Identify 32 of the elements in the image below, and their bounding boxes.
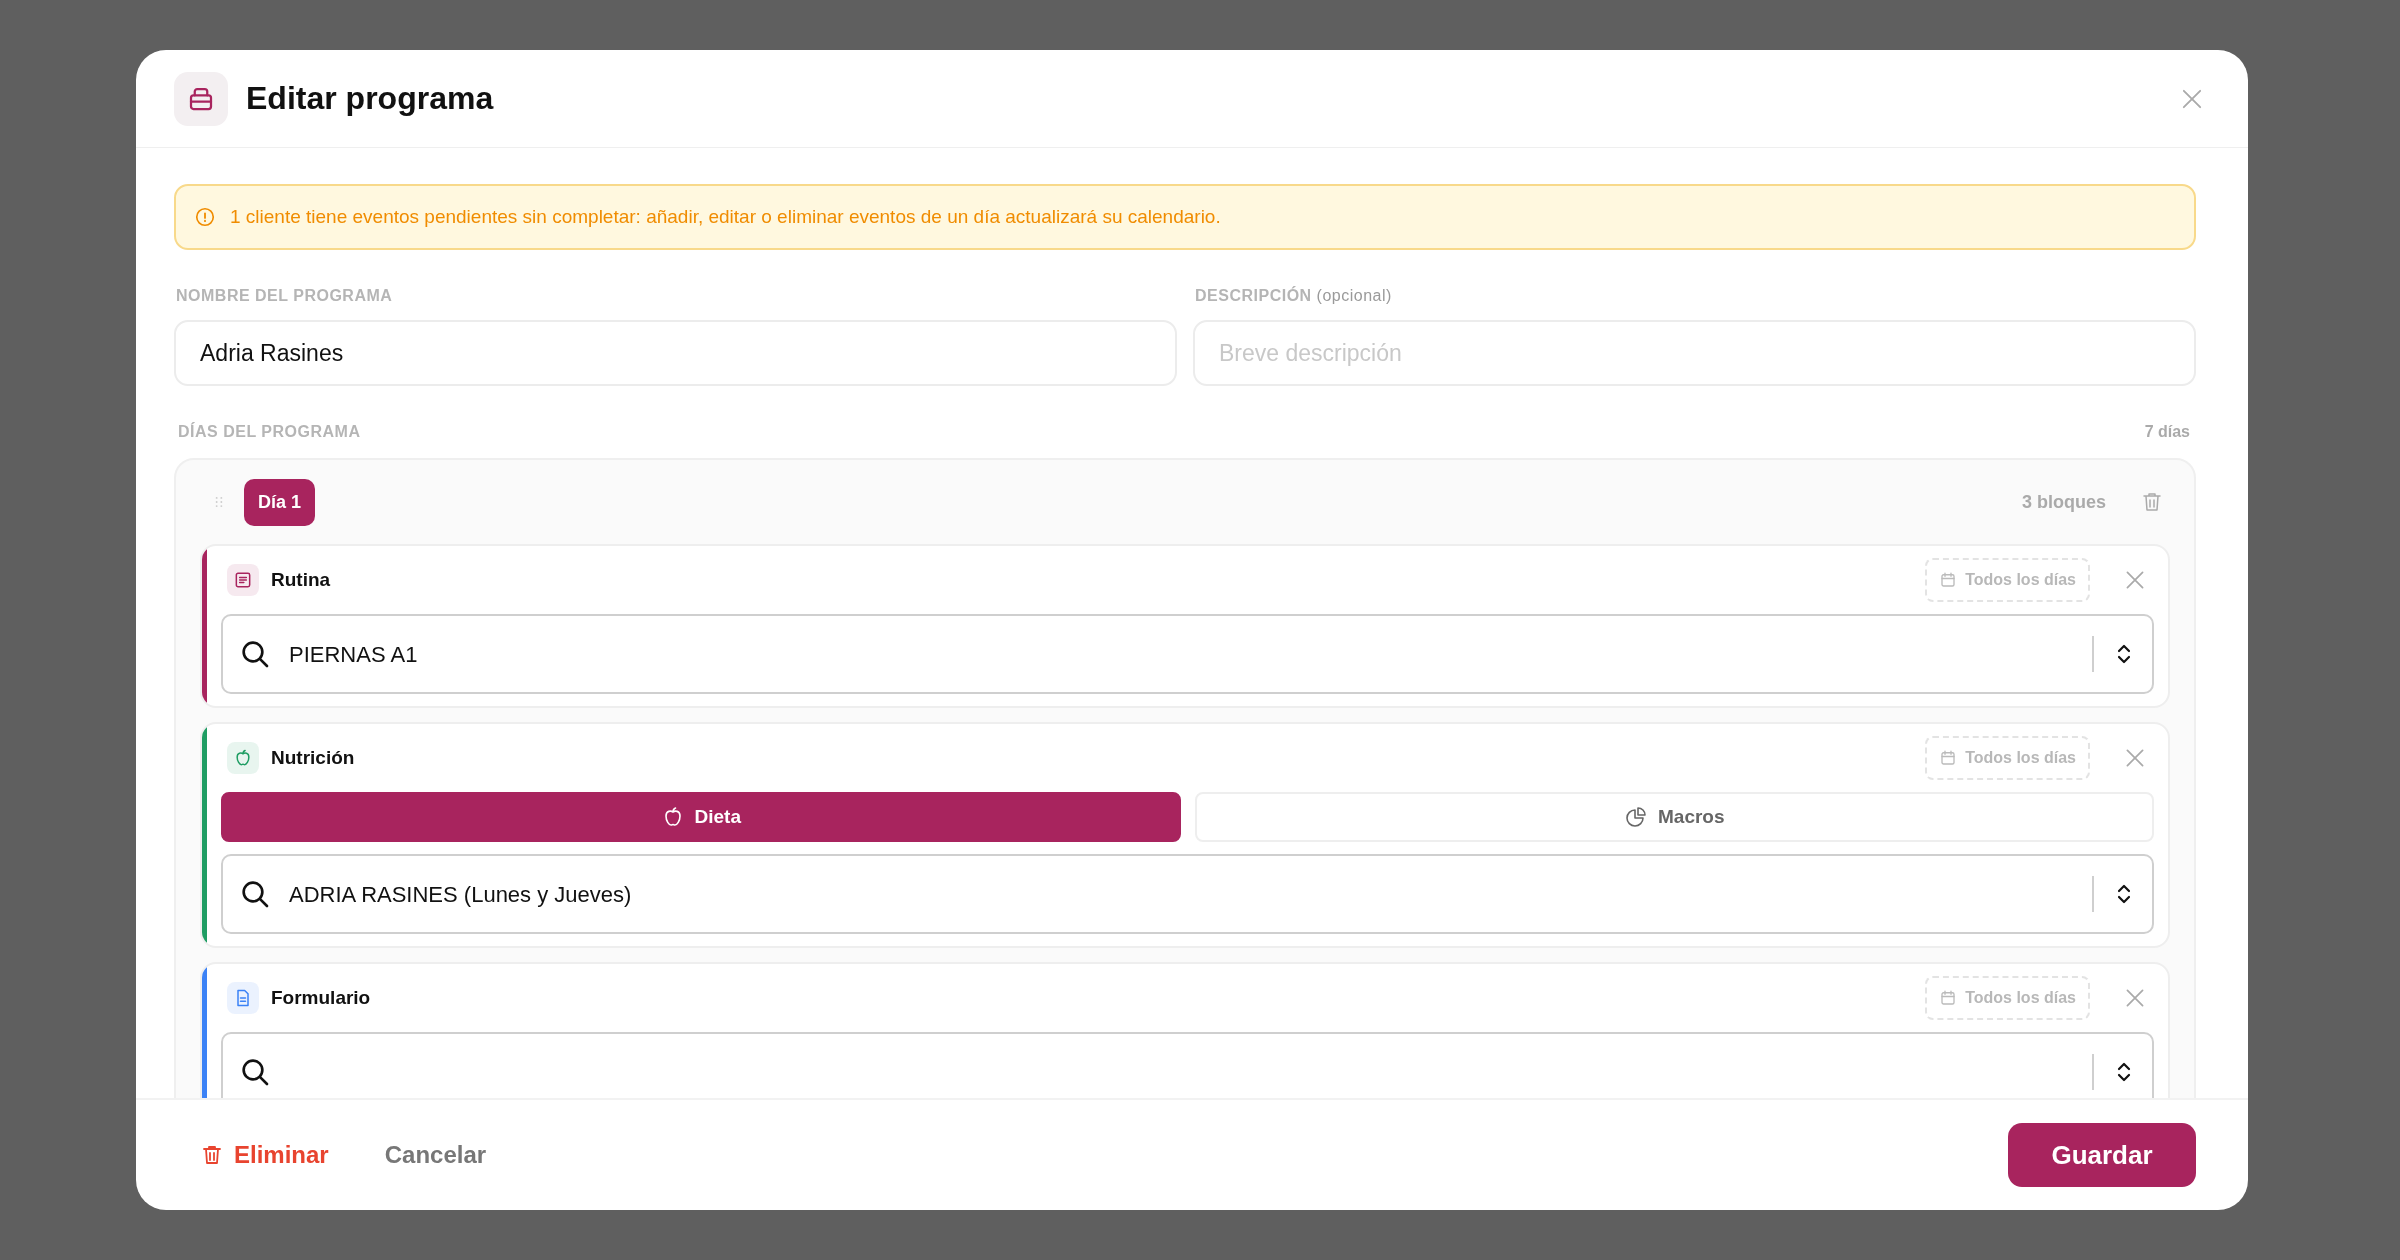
- search-icon: [239, 1056, 271, 1088]
- cancel-button[interactable]: Cancelar: [384, 1137, 487, 1173]
- modal-title: Editar programa: [246, 79, 494, 118]
- calendar-icon: [1939, 571, 1958, 589]
- trash-icon: [200, 1143, 224, 1167]
- select-field[interactable]: ADRIA RASINES (Lunes y Jueves): [221, 854, 2154, 934]
- section-label: DÍAS DEL PROGRAMA: [178, 421, 361, 442]
- select-field[interactable]: PIERNAS A1: [221, 614, 2154, 694]
- day-badge: Día 1: [244, 478, 316, 526]
- block-title: Formulario: [271, 985, 371, 1010]
- block-count: 3 bloques: [2022, 490, 2106, 514]
- list-icon: [233, 570, 253, 590]
- day-count: 7 días: [2144, 422, 2190, 442]
- calendar-icon: [1939, 989, 1958, 1007]
- delete-button[interactable]: Eliminar: [200, 1137, 329, 1173]
- save-button[interactable]: Guardar: [2008, 1123, 2196, 1187]
- search-icon: [239, 878, 271, 910]
- trash-icon: [2140, 490, 2164, 514]
- field-label: NOMBRE DEL PROGRAMA: [176, 286, 394, 306]
- calendar-icon: [1939, 749, 1958, 767]
- block-title: Rutina: [271, 567, 331, 592]
- text-field[interactable]: Adria Rasines: [174, 320, 1177, 386]
- info-icon: [194, 206, 216, 228]
- toggle-button[interactable]: Macros: [1194, 792, 2154, 842]
- apple-icon: [233, 748, 253, 768]
- alert-text: 1 cliente tiene eventos pendientes sin completar: añadir, editar o eliminar eventos de un día actualizará su calendario.: [230, 204, 1221, 229]
- toggle-button[interactable]: Dieta: [221, 792, 1181, 842]
- block-title: Nutrición: [271, 745, 355, 770]
- select-field[interactable]: [221, 1032, 2154, 1098]
- pie-chart-icon: [1624, 805, 1648, 829]
- field-label: DESCRIPCIÓN (opcional): [1195, 285, 1393, 306]
- search-icon: [239, 638, 271, 670]
